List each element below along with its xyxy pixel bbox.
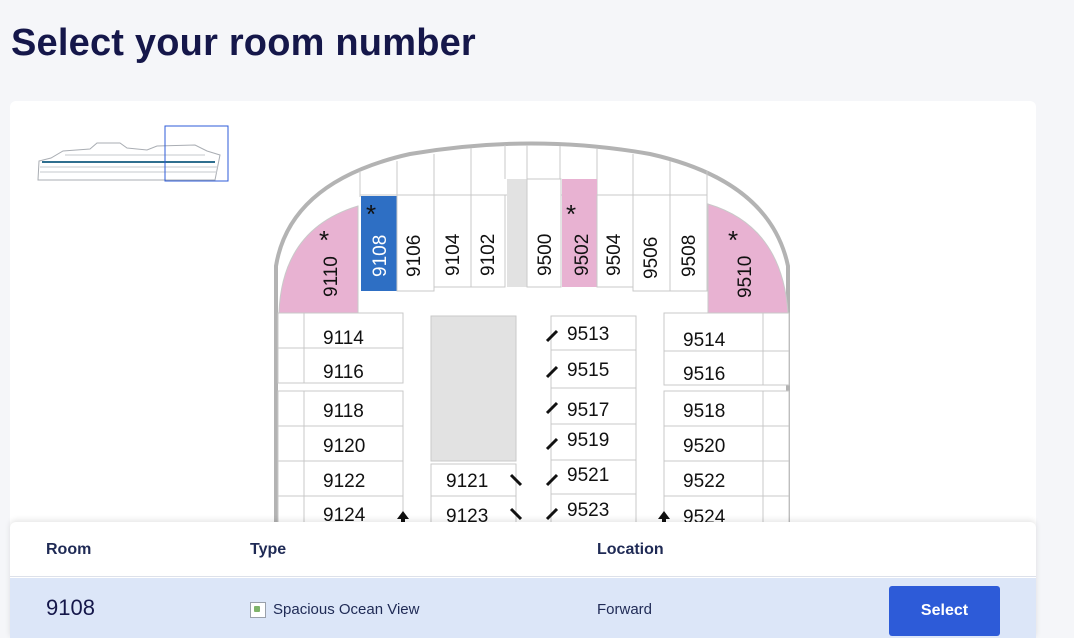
column-header-location: Location bbox=[597, 541, 664, 558]
select-button[interactable]: Select bbox=[889, 586, 1000, 636]
door-markers bbox=[509, 329, 559, 521]
cabin-label-9104: 9104 bbox=[443, 233, 464, 276]
cabin-label-9519: 9519 bbox=[567, 430, 609, 451]
room-type: Spacious Ocean View bbox=[250, 601, 419, 618]
column-header-room: Room bbox=[46, 541, 92, 558]
cabin-label-9514: 9514 bbox=[683, 330, 726, 351]
marker-9510: * bbox=[728, 225, 738, 255]
cabin-label-9504: 9504 bbox=[604, 233, 625, 276]
deck-plan-map[interactable]: 9110 9108 9106 9104 9102 9500 9502 9504 … bbox=[250, 131, 810, 526]
cabin-label-9518: 9518 bbox=[683, 401, 725, 422]
selected-room-table: Room Type Location 9108 Spacious Ocean V… bbox=[10, 522, 1036, 638]
marker-9108: * bbox=[366, 199, 376, 229]
cabin-label-9118: 9118 bbox=[323, 401, 364, 422]
cabin-label-9121: 9121 bbox=[446, 471, 488, 492]
cabin-label-9516: 9516 bbox=[683, 364, 725, 385]
cabin-label-9120: 9120 bbox=[323, 436, 365, 457]
viewport-indicator bbox=[164, 125, 229, 182]
cabin-label-9508: 9508 bbox=[679, 235, 700, 277]
cabin-label-9108: 9108 bbox=[370, 235, 391, 277]
page-title: Select your room number bbox=[11, 22, 476, 64]
cabin-label-9522: 9522 bbox=[683, 471, 725, 492]
marker-9110: * bbox=[319, 225, 329, 255]
header-divider bbox=[10, 576, 1036, 577]
room-type-label: Spacious Ocean View bbox=[273, 601, 420, 618]
cabin-label-9502: 9502 bbox=[572, 234, 593, 276]
cabin-label-9517: 9517 bbox=[567, 400, 609, 421]
center-service-area bbox=[430, 315, 517, 462]
corridor-block bbox=[507, 179, 527, 287]
cabin-label-9116: 9116 bbox=[323, 362, 364, 383]
cabin-label-9110: 9110 bbox=[321, 256, 342, 297]
room-type-image-icon bbox=[250, 601, 266, 618]
cabin-label-9521: 9521 bbox=[567, 465, 609, 486]
cabin-label-9122: 9122 bbox=[323, 471, 365, 492]
marker-9502: * bbox=[566, 199, 576, 229]
cabin-label-9515: 9515 bbox=[567, 360, 609, 381]
cabin-label-9114: 9114 bbox=[323, 328, 364, 349]
inner-right-cabins bbox=[550, 315, 637, 526]
table-row[interactable]: 9108 Spacious Ocean View Forward Select bbox=[10, 578, 1036, 638]
cabin-label-9513: 9513 bbox=[567, 324, 609, 345]
cabin-label-9106: 9106 bbox=[404, 235, 425, 277]
room-number: 9108 bbox=[46, 595, 95, 620]
cabin-label-9500: 9500 bbox=[535, 234, 556, 276]
column-header-type: Type bbox=[250, 541, 287, 558]
cabin-label-9102: 9102 bbox=[478, 234, 499, 276]
ship-overview-minimap[interactable] bbox=[35, 125, 235, 185]
cabin-label-9520: 9520 bbox=[683, 436, 725, 457]
cabin-label-9523: 9523 bbox=[567, 500, 609, 521]
room-location: Forward bbox=[597, 601, 653, 618]
cabin-label-9510: 9510 bbox=[735, 256, 756, 298]
cabin-label-9506: 9506 bbox=[641, 237, 662, 279]
